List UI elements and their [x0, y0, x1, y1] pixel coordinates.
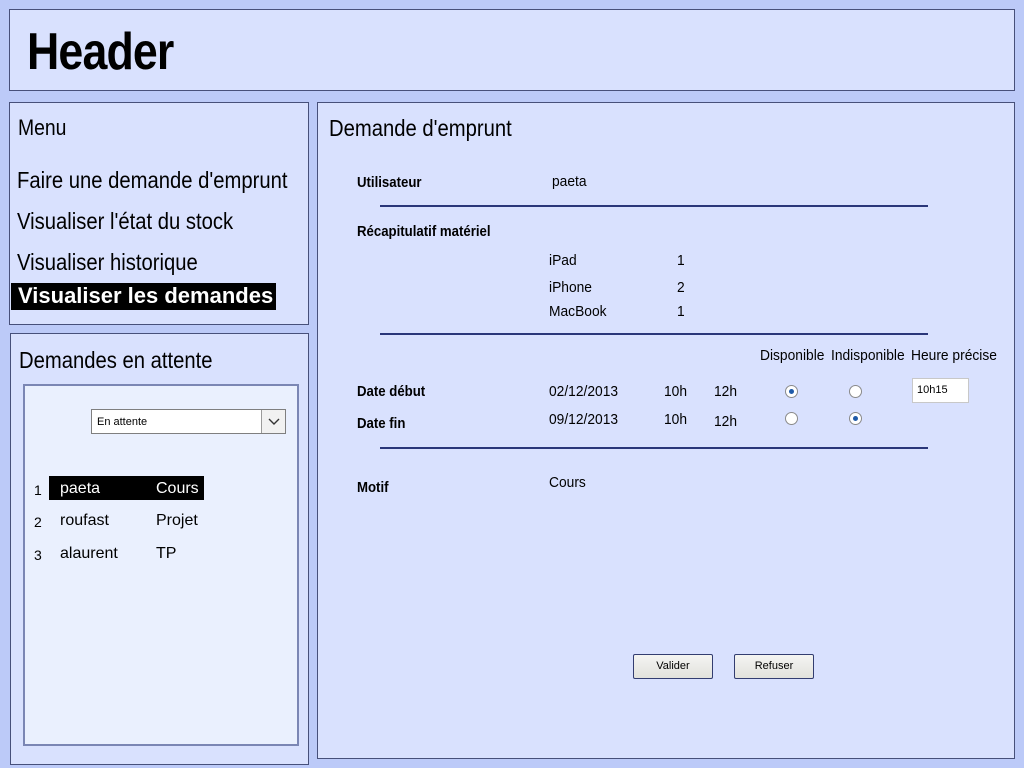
divider: [380, 447, 928, 449]
equipment-label: Récapitulatif matériel: [357, 223, 491, 240]
end-time-to: 12h: [714, 413, 738, 430]
list-item[interactable]: 2 roufast Projet: [25, 508, 301, 532]
start-time-from: 10h: [664, 383, 688, 400]
user-value: paeta: [552, 173, 587, 190]
page-title: Demande d'emprunt: [329, 115, 512, 141]
row-number: 2: [34, 514, 42, 530]
status-filter-value: En attente: [97, 416, 148, 428]
menu-item-request-loan[interactable]: Faire une demande d'emprunt: [17, 167, 288, 194]
user-label: Utilisateur: [357, 174, 422, 191]
refuse-button[interactable]: Refuser: [734, 654, 814, 679]
start-unavailable-radio[interactable]: [849, 385, 862, 398]
column-exact-time: Heure précise: [911, 347, 997, 364]
exact-time-input[interactable]: 10h15: [912, 378, 969, 403]
request-detail-panel: Demande d'emprunt Utilisateur paeta Réca…: [317, 102, 1015, 759]
start-time-to: 12h: [714, 383, 738, 400]
list-item[interactable]: 1 paeta Cours: [25, 476, 301, 500]
header: Header: [9, 9, 1015, 91]
start-date-value: 02/12/2013: [549, 383, 619, 400]
row-reason: TP: [156, 545, 177, 562]
equipment-name: iPhone: [549, 279, 592, 296]
start-available-radio[interactable]: [785, 385, 798, 398]
equipment-qty: 1: [677, 303, 685, 320]
status-filter-select[interactable]: En attente: [91, 409, 286, 434]
menu-title: Menu: [18, 115, 67, 140]
pending-requests-list: En attente 1 paeta Cours 2 roufast Proje…: [23, 384, 299, 746]
end-time-from: 10h: [664, 411, 688, 428]
end-date-value: 09/12/2013: [549, 411, 619, 428]
row-number: 3: [34, 547, 42, 563]
validate-button[interactable]: Valider: [633, 654, 713, 679]
divider: [380, 205, 928, 207]
row-number: 1: [34, 482, 42, 498]
column-unavailable: Indisponible: [831, 347, 905, 364]
row-reason: Projet: [156, 512, 198, 529]
start-date-label: Date début: [357, 383, 426, 400]
row-user: roufast: [60, 512, 109, 529]
list-item[interactable]: 3 alaurent TP: [25, 541, 301, 565]
menu-item-stock-status[interactable]: Visualiser l'état du stock: [17, 208, 233, 235]
column-available: Disponible: [760, 347, 825, 364]
reason-label: Motif: [357, 479, 389, 496]
equipment-qty: 2: [677, 279, 685, 296]
chevron-down-icon[interactable]: [261, 410, 285, 433]
end-date-label: Date fin: [357, 415, 406, 432]
pending-requests-title: Demandes en attente: [19, 347, 213, 373]
end-unavailable-radio[interactable]: [849, 412, 862, 425]
menu-item-view-requests[interactable]: Visualiser les demandes: [11, 283, 277, 310]
row-user: alaurent: [60, 545, 118, 562]
end-available-radio[interactable]: [785, 412, 798, 425]
menu-item-history[interactable]: Visualiser historique: [17, 249, 198, 276]
equipment-name: MacBook: [549, 303, 607, 320]
reason-value: Cours: [549, 474, 586, 491]
equipment-qty: 1: [677, 252, 685, 269]
pending-requests-panel: Demandes en attente En attente 1 paeta C…: [10, 333, 309, 765]
row-reason: Cours: [156, 480, 199, 497]
equipment-name: iPad: [549, 252, 577, 269]
menu-panel: Menu Faire une demande d'emprunt Visuali…: [9, 102, 309, 325]
row-user: paeta: [60, 480, 101, 497]
header-title: Header: [27, 23, 174, 81]
divider: [380, 333, 928, 335]
